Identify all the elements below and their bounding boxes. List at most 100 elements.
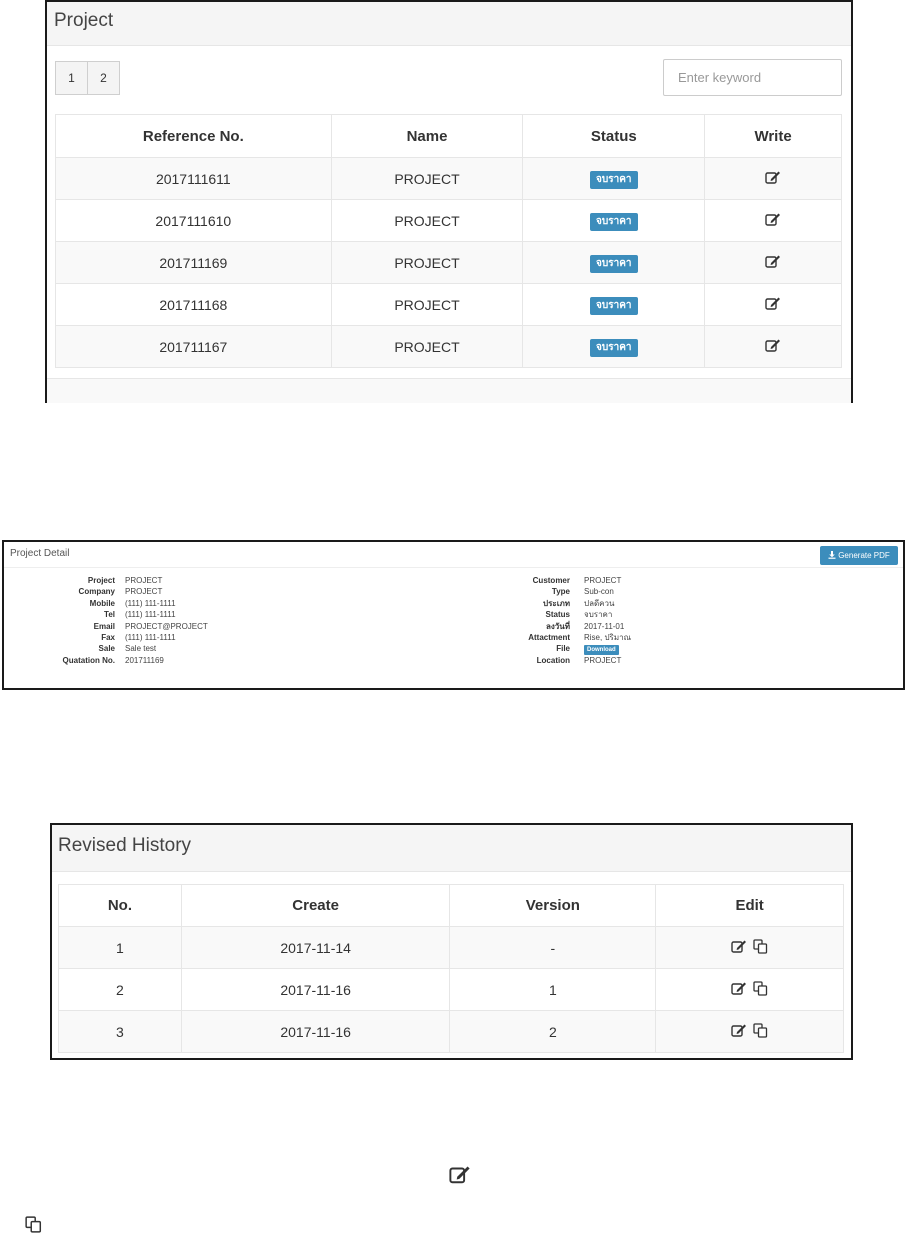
project-detail-panel: Project Detail Generate PDF Project PROJE… bbox=[2, 540, 905, 690]
name-cell: PROJECT bbox=[330, 199, 524, 242]
project-panel: Project 1 2 Reference No. Name Status Wr… bbox=[45, 0, 853, 403]
detail-value: ปลดีควน bbox=[584, 598, 615, 608]
generate-pdf-button[interactable]: Generate PDF bbox=[820, 546, 898, 565]
detail-value: (111) 111-1111 bbox=[125, 610, 176, 620]
column-header-edit: Edit bbox=[655, 884, 844, 927]
create-cell: 2017-11-16 bbox=[180, 1010, 451, 1053]
status-badge: จบราคา bbox=[590, 170, 638, 189]
detail-title: Project Detail bbox=[10, 548, 70, 559]
no-cell: 1 bbox=[58, 926, 182, 969]
detail-row-customer: Customer PROJECT bbox=[460, 575, 631, 586]
detail-label: File bbox=[556, 644, 570, 654]
copy-icon[interactable] bbox=[753, 938, 768, 957]
column-header-no: No. bbox=[58, 884, 182, 927]
column-header-create: Create bbox=[180, 884, 451, 927]
table-row: 2017111610 PROJECT จบราคา bbox=[55, 199, 842, 242]
detail-label: Location bbox=[536, 656, 570, 666]
pagination: 1 2 bbox=[55, 61, 120, 95]
reference-cell: 201711168 bbox=[55, 283, 332, 326]
edit-icon[interactable] bbox=[765, 338, 781, 355]
reference-cell: 2017111610 bbox=[55, 199, 332, 242]
generate-pdf-label: Generate PDF bbox=[838, 551, 890, 560]
status-badge: จบราคา bbox=[590, 212, 638, 231]
edit-icon[interactable] bbox=[731, 981, 747, 998]
detail-value: PROJECT bbox=[584, 576, 622, 585]
edit-cell bbox=[655, 968, 844, 1011]
table-row: 2 2017-11-16 1 bbox=[58, 968, 844, 1011]
status-cell: จบราคา bbox=[522, 283, 706, 326]
column-header-version: Version bbox=[449, 884, 657, 927]
reference-cell: 201711169 bbox=[55, 241, 332, 284]
detail-value: PROJECT bbox=[125, 587, 163, 597]
detail-value: (111) 111-1111 bbox=[125, 633, 176, 643]
table-row: 201711168 PROJECT จบราคา bbox=[55, 283, 842, 326]
detail-row-file: File Download bbox=[460, 643, 631, 656]
project-panel-header: Project bbox=[47, 2, 851, 46]
copy-icon bbox=[25, 1216, 42, 1238]
write-cell bbox=[704, 241, 842, 284]
detail-label: Fax bbox=[101, 633, 115, 643]
detail-label: Customer bbox=[532, 576, 570, 585]
edit-icon[interactable] bbox=[765, 296, 781, 313]
write-cell bbox=[704, 199, 842, 242]
version-cell: 1 bbox=[449, 968, 657, 1011]
column-header-status[interactable]: Status bbox=[522, 114, 706, 158]
detail-value: PROJECT bbox=[584, 656, 622, 666]
copy-icon[interactable] bbox=[753, 980, 768, 999]
edit-icon[interactable] bbox=[765, 254, 781, 271]
column-header-name[interactable]: Name bbox=[330, 114, 524, 158]
name-cell: PROJECT bbox=[330, 157, 524, 200]
status-cell: จบราคา bbox=[522, 157, 706, 200]
detail-label: Tel bbox=[104, 610, 115, 620]
detail-row-quotation: Quatation No. 201711169 bbox=[4, 655, 208, 666]
write-cell bbox=[704, 283, 842, 326]
search-input[interactable] bbox=[663, 59, 842, 96]
detail-label: Mobile bbox=[89, 598, 115, 608]
edit-cell bbox=[655, 1010, 844, 1053]
detail-label: Company bbox=[78, 587, 115, 597]
download-icon bbox=[828, 550, 836, 561]
table-header-row: No. Create Version Edit bbox=[58, 884, 844, 927]
version-cell: - bbox=[449, 926, 657, 969]
detail-label: Status bbox=[545, 610, 570, 620]
copy-icon[interactable] bbox=[753, 1022, 768, 1041]
name-cell: PROJECT bbox=[330, 241, 524, 284]
edit-icon[interactable] bbox=[731, 939, 747, 956]
edit-icon[interactable] bbox=[765, 170, 781, 187]
name-cell: PROJECT bbox=[330, 325, 524, 368]
detail-label: Project bbox=[87, 576, 115, 585]
status-badge: จบราคา bbox=[590, 338, 638, 357]
download-button[interactable]: Download bbox=[584, 645, 619, 656]
edit-icon[interactable] bbox=[765, 212, 781, 229]
detail-row-status: Status จบราคา bbox=[460, 609, 631, 620]
panel-footer bbox=[47, 378, 851, 403]
detail-row-fax: Fax (111) 111-1111 bbox=[4, 632, 208, 643]
table-header-row: Reference No. Name Status Write bbox=[55, 114, 842, 158]
page-button-2[interactable]: 2 bbox=[87, 61, 120, 95]
panel-title: Revised History bbox=[58, 835, 192, 856]
detail-row-type: Type Sub-con bbox=[460, 586, 631, 597]
page-button-1[interactable]: 1 bbox=[55, 61, 88, 95]
detail-value: Sub-con bbox=[584, 587, 614, 597]
edit-icon[interactable] bbox=[731, 1023, 747, 1040]
table-row: 1 2017-11-14 - bbox=[58, 926, 844, 969]
detail-value: จบราคา bbox=[584, 610, 613, 620]
detail-label: Email bbox=[93, 621, 115, 631]
detail-value: PROJECT bbox=[125, 576, 163, 585]
reference-cell: 201711167 bbox=[55, 325, 332, 368]
project-table: Reference No. Name Status Write 20171116… bbox=[55, 114, 842, 368]
detail-label: Sale bbox=[98, 644, 115, 654]
write-cell bbox=[704, 325, 842, 368]
column-header-reference[interactable]: Reference No. bbox=[55, 114, 332, 158]
detail-label: ลงวันที่ bbox=[545, 621, 570, 631]
detail-row-email: Email PROJECT@PROJECT bbox=[4, 621, 208, 632]
detail-value: Download bbox=[584, 643, 619, 656]
detail-value: Sale test bbox=[125, 644, 157, 654]
name-cell: PROJECT bbox=[330, 283, 524, 326]
column-header-write[interactable]: Write bbox=[704, 114, 842, 158]
write-cell bbox=[704, 157, 842, 200]
edit-icon bbox=[449, 1164, 471, 1189]
detail-row-attachment: Attactment Rise, ปริมาณ bbox=[460, 632, 631, 643]
detail-value: 2017-11-01 bbox=[584, 621, 625, 631]
detail-right-column: Customer PROJECT Type Sub-con ประเภท ปลดีคว… bbox=[460, 575, 631, 667]
